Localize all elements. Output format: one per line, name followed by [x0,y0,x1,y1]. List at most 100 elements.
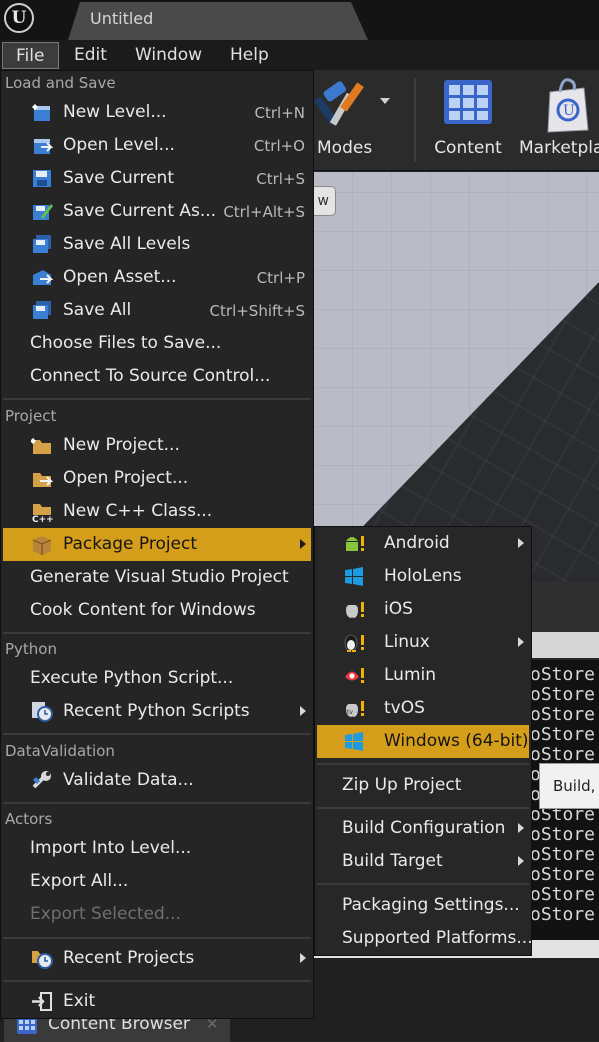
open-level-icon [34,139,53,154]
menu-item-choose-files[interactable]: Choose Files to Save... [3,327,311,360]
modes-button[interactable]: Modes [314,70,406,170]
menu-item-label: Import Into Level... [30,838,192,858]
menu-item-recent-projects[interactable]: Recent Projects [3,942,311,975]
menu-item-shortcut: Ctrl+S [256,170,305,188]
file-menu: Load and Save New Level... Ctrl+N Open L… [0,70,314,1019]
menu-item-package-project[interactable]: Package Project [3,528,311,561]
menu-file[interactable]: File [2,42,59,69]
menu-item-label: Packaging Settings... [342,895,520,915]
level-tab-label: Untitled [90,9,154,28]
platform-windows-64bit[interactable]: Windows (64-bit) [317,725,529,758]
menu-edit[interactable]: Edit [61,42,120,69]
log-line: oStore [530,724,596,745]
windows-logo-icon [345,732,363,751]
marketplace-bag-icon: U [547,78,589,133]
platform-lumin[interactable]: Lumin [317,659,529,692]
menu-item-save-current[interactable]: Save Current Ctrl+S [3,162,311,195]
save-disk-icon [33,170,51,187]
menu-item-label: HoloLens [384,566,462,586]
menu-item-shortcut: Ctrl+P [256,269,305,287]
platform-linux[interactable]: Linux [317,626,529,659]
svg-text:C++: C++ [32,515,53,522]
menu-item-open-level[interactable]: Open Level... Ctrl+O [3,129,311,162]
menu-item-exit[interactable]: Exit [3,985,311,1018]
menu-separator [317,763,529,765]
log-line: oStore [530,704,596,725]
menu-separator [317,883,529,885]
submenu-arrow-icon [300,539,306,549]
platform-hololens[interactable]: HoloLens [317,560,529,593]
menu-item-save-all-levels[interactable]: Save All Levels [3,228,311,261]
viewport-options-button[interactable]: w [314,186,336,216]
menu-item-import-into-level[interactable]: Import Into Level... [3,832,311,865]
menu-item-label: Android [384,533,450,553]
menu-item-new-level[interactable]: New Level... Ctrl+N [3,96,311,129]
menu-item-packaging-settings[interactable]: Packaging Settings... [317,889,529,922]
menu-item-build-target[interactable]: Build Target [317,845,529,878]
menu-item-generate-vs-project[interactable]: Generate Visual Studio Project [3,561,311,594]
section-actors: Actors [5,810,53,828]
menu-item-zip-up-project[interactable]: Zip Up Project [317,769,529,802]
modes-label: Modes [317,138,373,158]
recent-projects-icon [32,951,53,969]
log-line: oStore [530,824,596,845]
menu-item-new-cpp-class[interactable]: C++ New C++ Class... [3,495,311,528]
menu-window[interactable]: Window [122,42,215,69]
marketplace-button[interactable]: U Marketplace [518,70,599,170]
menu-item-save-all[interactable]: Save All Ctrl+Shift+S [3,294,311,327]
platform-android[interactable]: Android [317,527,529,560]
menu-item-shortcut: Ctrl+N [254,104,305,122]
unreal-logo-icon[interactable]: U [4,3,34,33]
menu-item-supported-platforms[interactable]: Supported Platforms... [317,922,533,955]
menu-separator [3,937,311,939]
menu-item-connect-source-control[interactable]: Connect To Source Control... [3,360,311,393]
menu-item-label: Choose Files to Save... [30,333,222,353]
exit-icon [32,992,52,1011]
title-bar: U Untitled [0,0,599,40]
submenu-arrow-icon [518,538,524,548]
menu-item-label: Save All Levels [63,234,191,254]
submenu-arrow-icon [518,823,524,833]
menu-item-label: New Project... [63,435,180,455]
menu-item-label: Zip Up Project [342,775,462,795]
menu-item-validate-data[interactable]: Validate Data... [3,764,311,797]
save-as-icon [33,204,53,220]
menu-bar: File Edit Window Help [0,40,599,70]
menu-item-shortcut: Ctrl+Alt+S [223,203,305,221]
submenu-arrow-icon [518,637,524,647]
menu-item-label: Open Asset... [63,267,177,287]
menu-item-execute-python[interactable]: Execute Python Script... [3,662,311,695]
content-browser-tab-icon [17,1018,37,1034]
menu-item-label: Exit [63,991,96,1011]
content-button[interactable]: Content [428,70,508,170]
menu-item-label: Lumin [384,665,437,685]
content-browser-tab[interactable]: Content Browser ✕ [4,1014,230,1042]
level-viewport[interactable]: w [314,172,599,582]
menu-item-label: Validate Data... [63,770,194,790]
submenu-arrow-icon [300,953,306,963]
menu-separator [3,398,311,400]
menu-item-open-project[interactable]: Open Project... [3,462,311,495]
menu-item-save-current-as[interactable]: Save Current As... Ctrl+Alt+S [3,195,311,228]
content-label: Content [434,138,502,158]
content-browser-icon [444,80,492,124]
platform-ios[interactable]: iOS [317,593,529,626]
menu-item-recent-python[interactable]: Recent Python Scripts [3,695,311,728]
open-project-icon [33,473,53,487]
level-tab[interactable]: Untitled [68,2,368,40]
package-project-submenu: Android HoloLens iOS Linux Lumin tv tvOS… [314,526,533,956]
menu-item-new-project[interactable]: New Project... [3,429,311,462]
menu-item-label: Recent Python Scripts [63,701,250,721]
menu-item-build-configuration[interactable]: Build Configuration [317,812,529,845]
save-all-icon [33,301,51,319]
menu-item-label: Open Project... [63,468,189,488]
recent-clock-icon [32,702,53,722]
menu-help[interactable]: Help [217,42,282,69]
menu-item-label: New Level... [63,102,167,122]
menu-item-cook-content[interactable]: Cook Content for Windows [3,594,311,627]
menu-item-label: tvOS [384,698,425,718]
svg-text:U: U [563,103,575,119]
menu-item-open-asset[interactable]: Open Asset... Ctrl+P [3,261,311,294]
platform-tvos[interactable]: tv tvOS [317,692,529,725]
menu-item-export-all[interactable]: Export All... [3,865,311,898]
